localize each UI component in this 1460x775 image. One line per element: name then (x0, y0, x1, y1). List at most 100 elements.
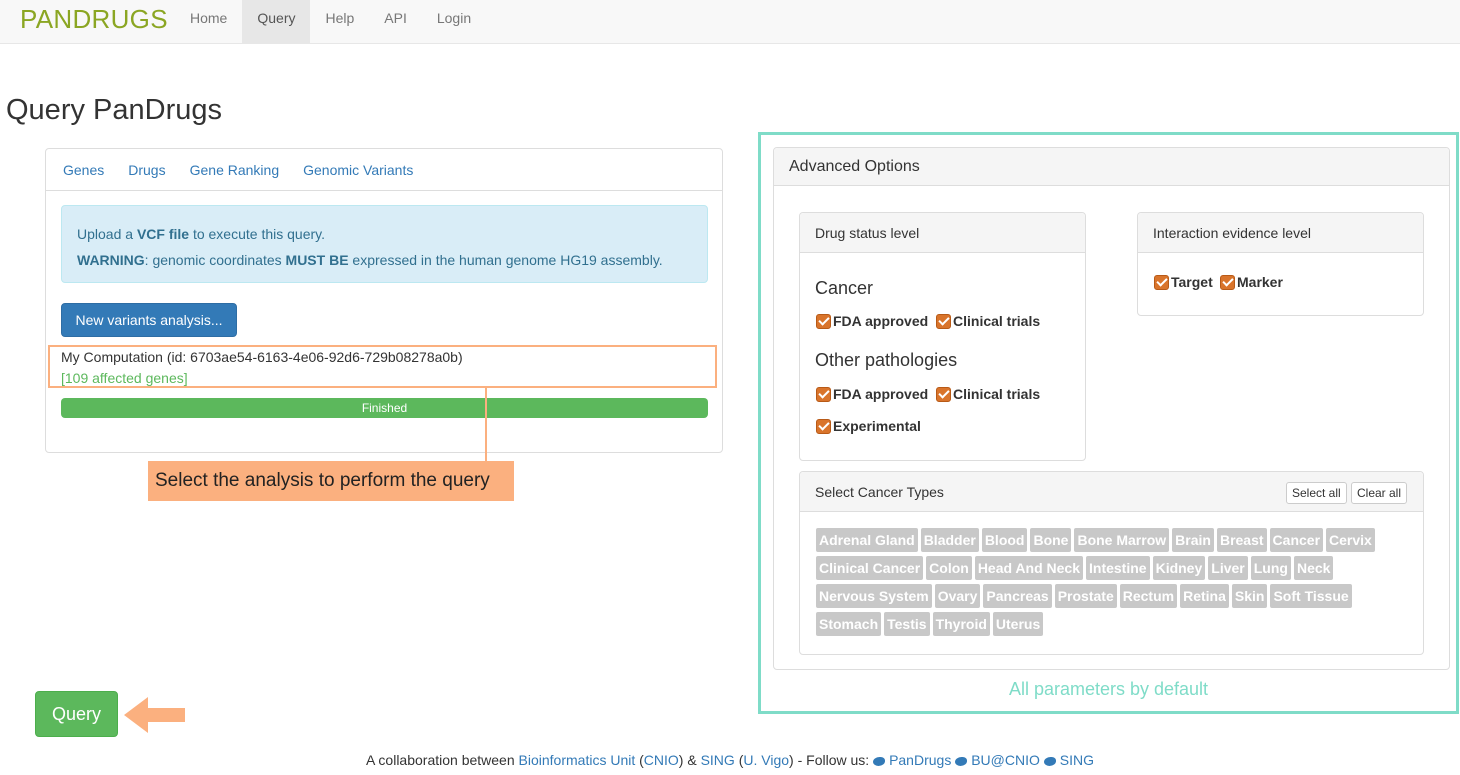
cancer-types-label: Select Cancer Types (815, 484, 944, 500)
cancer-types-panel: Select Cancer Types Select all Clear all… (799, 471, 1424, 655)
cancer-type-tag[interactable]: Prostate (1054, 584, 1117, 608)
drug-status-title: Drug status level (800, 213, 1085, 253)
checked-icon (1154, 274, 1169, 290)
cancer-type-tag[interactable]: Brain (1172, 528, 1214, 552)
checkbox-label: FDA approved (833, 386, 929, 402)
pandrugs-logo[interactable]: PANDRUGS (20, 4, 168, 35)
tab-drugs[interactable]: Drugs (117, 149, 176, 190)
cancer-type-tag[interactable]: Cancer (1269, 528, 1324, 552)
query-button[interactable]: Query (35, 691, 118, 737)
cancer-type-tag[interactable]: Bone Marrow (1074, 528, 1170, 552)
cancer-type-tag[interactable]: Bone (1030, 528, 1072, 552)
checkbox-other-clinical-trials[interactable]: Clinical trials (936, 386, 1040, 402)
cancer-type-tag[interactable]: Nervous System (816, 584, 932, 608)
cancer-type-tag[interactable]: Bladder (920, 528, 979, 552)
alert-text: Upload a (77, 226, 137, 242)
nav-query[interactable]: Query (242, 0, 311, 43)
twitter-handle: SING (1059, 752, 1095, 768)
cancer-group-title: Cancer (815, 278, 874, 298)
checkbox-label: Marker (1237, 274, 1283, 290)
top-navbar: PANDRUGS Home Query Help API Login (0, 0, 1460, 44)
analysis-highlight-box (48, 345, 717, 388)
footer-text: ) & (678, 752, 701, 768)
cancer-type-tag[interactable]: Neck (1293, 556, 1334, 580)
nav-api[interactable]: API (369, 0, 422, 43)
checkbox-other-experimental[interactable]: Experimental (816, 418, 921, 434)
left-arrow-icon (124, 697, 185, 733)
footer-link-cnio[interactable]: CNIO (644, 752, 679, 768)
logo-part-drugs: DRUGS (72, 4, 168, 34)
cancer-type-tag[interactable]: Retina (1180, 584, 1229, 608)
footer-text: A collaboration between (365, 752, 519, 768)
vcf-info-alert: Upload a VCF file to execute this query.… (61, 205, 708, 283)
cancer-type-tag[interactable]: Intestine (1086, 556, 1150, 580)
footer-twitter-sing[interactable]: SING (1043, 752, 1095, 768)
checkbox-label: FDA approved (833, 313, 929, 329)
cancer-type-tag[interactable]: Blood (981, 528, 1028, 552)
cancer-type-tag[interactable]: Cervix (1326, 528, 1375, 552)
checkbox-label: Clinical trials (953, 386, 1041, 402)
cancer-type-tag[interactable]: Stomach (816, 612, 882, 636)
query-tabs: Genes Drugs Gene Ranking Genomic Variant… (46, 149, 722, 191)
cancer-type-tag[interactable]: Breast (1216, 528, 1267, 552)
cancer-type-tag[interactable]: Skin (1231, 584, 1268, 608)
tab-genes[interactable]: Genes (52, 149, 115, 190)
cancer-type-tag[interactable]: Rectum (1119, 584, 1178, 608)
advanced-options-title: Advanced Options (774, 148, 1449, 186)
tab-genomic-variants[interactable]: Genomic Variants (292, 149, 424, 190)
cancer-type-tag[interactable]: Soft Tissue (1270, 584, 1352, 608)
cancer-type-tag[interactable]: Lung (1250, 556, 1291, 580)
clear-all-button[interactable]: Clear all (1351, 482, 1408, 504)
select-all-button[interactable]: Select all (1286, 482, 1347, 504)
cancer-type-tag[interactable]: Adrenal Gland (816, 528, 918, 552)
tag-row: Adrenal Gland Bladder Blood Bone Bone Marrow… (816, 528, 1416, 552)
cancer-type-tag[interactable]: Colon (926, 556, 972, 580)
checked-icon (936, 313, 951, 329)
twitter-icon (1043, 756, 1056, 767)
twitter-icon (873, 756, 886, 767)
nav-home[interactable]: Home (175, 0, 242, 43)
main-nav: Home Query Help API Login (175, 0, 486, 43)
cancer-type-tags: Adrenal Gland Bladder Blood Bone Bone Marrow… (816, 528, 1416, 640)
cancer-type-tag[interactable]: Ovary (934, 584, 981, 608)
checked-icon (936, 386, 951, 402)
cancer-type-tag[interactable]: Pancreas (983, 584, 1052, 608)
computation-progress-bar: Finished (61, 398, 708, 418)
footer-text: ( (635, 752, 644, 768)
twitter-icon (955, 756, 968, 767)
footer-link-bioinformatics-unit[interactable]: Bioinformatics Unit (519, 752, 636, 768)
checkbox-cancer-fda-approved[interactable]: FDA approved (816, 313, 928, 329)
footer-link-sing[interactable]: SING (701, 752, 735, 768)
footer-twitter-pandrugs[interactable]: PanDrugs (873, 752, 951, 768)
tab-gene-ranking[interactable]: Gene Ranking (179, 149, 291, 190)
alert-line-1: Upload a VCF file to execute this query. (77, 221, 692, 247)
query-panel: Genes Drugs Gene Ranking Genomic Variant… (45, 148, 723, 453)
tag-row: Nervous System Ovary Pancreas Prostate Rectu… (816, 584, 1416, 608)
cancer-type-tag[interactable]: Head And Neck (974, 556, 1083, 580)
footer-twitter-bucnio[interactable]: BU@CNIO (955, 752, 1040, 768)
nav-login[interactable]: Login (422, 0, 486, 43)
nav-help[interactable]: Help (310, 0, 369, 43)
callout-connector (485, 388, 487, 461)
cancer-type-tag[interactable]: Liver (1208, 556, 1248, 580)
checkbox-cancer-clinical-trials[interactable]: Clinical trials (936, 313, 1040, 329)
cancer-type-tag[interactable]: Clinical Cancer (816, 556, 924, 580)
cancer-type-tag[interactable]: Testis (884, 612, 930, 636)
tag-row: Clinical Cancer Colon Head And Neck Intesti… (816, 556, 1416, 580)
cancer-type-tag[interactable]: Kidney (1152, 556, 1206, 580)
checkbox-other-fda-approved[interactable]: FDA approved (816, 386, 928, 402)
checked-icon (816, 418, 831, 434)
cancer-type-tag[interactable]: Uterus (992, 612, 1044, 636)
logo-part-pan: PAN (20, 4, 73, 34)
new-variants-analysis-button[interactable]: New variants analysis... (61, 303, 237, 337)
checkbox-label: Target (1171, 274, 1213, 290)
footer-link-uvigo[interactable]: U. Vigo (743, 752, 789, 768)
twitter-handle: BU@CNIO (971, 752, 1040, 768)
select-analysis-callout: Select the analysis to perform the query (148, 461, 514, 501)
alert-text: : genomic coordinates (144, 252, 286, 268)
alert-bold: WARNING (77, 252, 145, 268)
checkbox-marker[interactable]: Marker (1220, 274, 1283, 290)
checkbox-target[interactable]: Target (1154, 274, 1213, 290)
interaction-evidence-panel: Interaction evidence level Target Marker (1137, 212, 1424, 316)
cancer-type-tag[interactable]: Thyroid (932, 612, 990, 636)
